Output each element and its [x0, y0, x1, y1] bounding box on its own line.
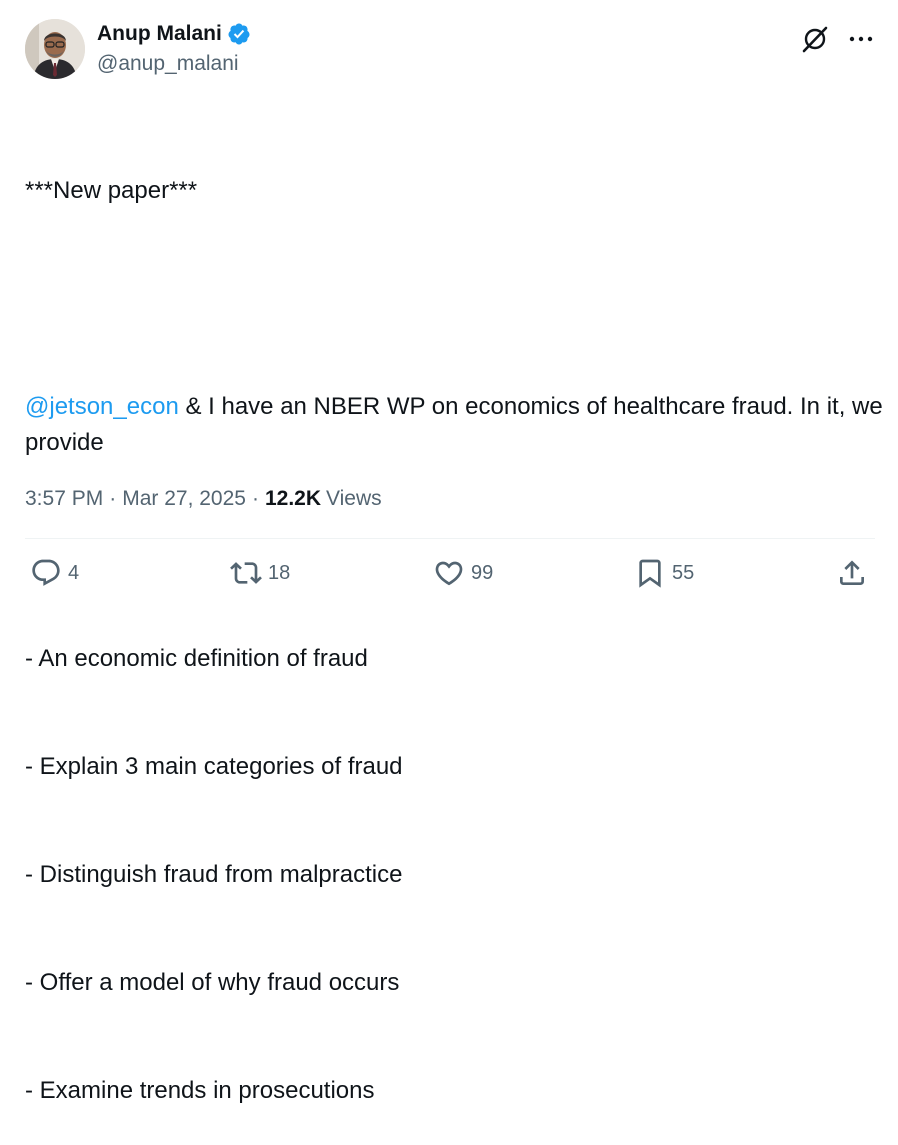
author-display-name[interactable]: Anup Malani	[97, 22, 222, 46]
mention-link[interactable]: @jetson_econ	[25, 393, 179, 420]
reply-icon	[32, 559, 60, 586]
bookmark-button[interactable]: 55	[634, 557, 694, 589]
author-handle[interactable]: @anup_malani	[97, 52, 239, 76]
tweet-line-heading: ***New paper***	[25, 177, 198, 204]
repost-button[interactable]: 18	[230, 557, 290, 589]
share-icon	[840, 560, 864, 585]
like-button[interactable]: 99	[433, 557, 493, 589]
repost-count: 18	[268, 562, 291, 584]
tweet-time[interactable]: 3:57 PM	[25, 485, 103, 513]
meta-separator: ·	[109, 487, 117, 510]
bullet-item: - Offer a model of why fraud occurs	[25, 969, 400, 996]
repost-icon	[230, 562, 262, 584]
bullet-item: - Distinguish fraud from malpractice	[25, 861, 403, 888]
heart-icon	[435, 561, 463, 586]
reply-count: 4	[68, 562, 80, 584]
grok-icon[interactable]	[800, 24, 830, 54]
meta-separator: ·	[251, 487, 259, 510]
verified-badge-icon[interactable]	[227, 22, 251, 46]
share-button[interactable]	[836, 557, 868, 589]
bookmark-count: 55	[672, 562, 695, 584]
views-count[interactable]: 12.2K	[265, 485, 321, 513]
bullet-item: - Examine trends in prosecutions	[25, 1077, 375, 1104]
tweet-meta: 3:57 PM · Mar 27, 2025 · 12.2K Views	[25, 485, 382, 513]
tweet-body: ***New paper*** @jetson_econ & I have an…	[25, 101, 885, 1145]
like-count: 99	[471, 562, 494, 584]
divider	[25, 538, 875, 539]
avatar[interactable]	[25, 19, 85, 79]
reply-button[interactable]: 4	[30, 557, 79, 589]
bullet-item: - Explain 3 main categories of fraud	[25, 753, 403, 780]
tweet-date[interactable]: Mar 27, 2025	[122, 485, 246, 513]
views-label[interactable]: Views	[326, 485, 382, 513]
tweet-intro: @jetson_econ & I have an NBER WP on econ…	[25, 389, 885, 461]
more-icon[interactable]	[846, 24, 876, 54]
bullet-item: - An economic definition of fraud	[25, 645, 368, 672]
bookmark-icon	[639, 559, 661, 588]
author-name-row[interactable]: Anup Malani	[97, 22, 251, 46]
